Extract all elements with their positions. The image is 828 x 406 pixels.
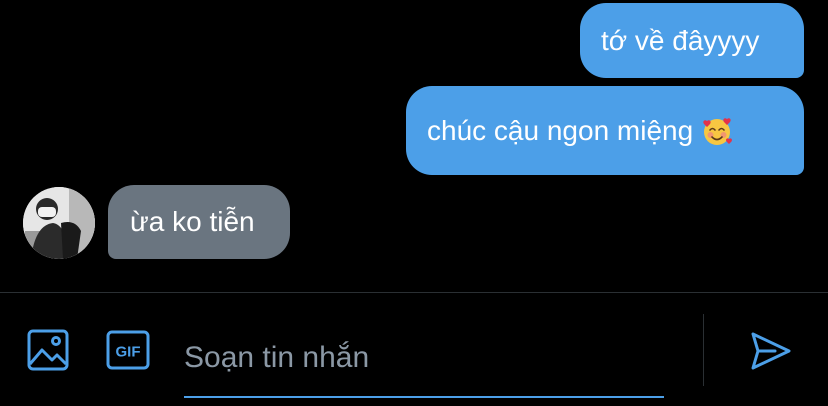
gif-button[interactable]: GIF <box>106 330 150 370</box>
message-text: chúc cậu ngon miệng <box>427 114 694 146</box>
sent-message-bubble[interactable]: chúc cậu ngon miệng <box>406 86 804 175</box>
send-icon[interactable] <box>748 328 794 374</box>
send-separator <box>703 314 704 386</box>
smiling-face-with-hearts-icon <box>703 117 733 145</box>
received-message-bubble[interactable]: ừa ko tiễn <box>108 185 290 259</box>
input-underline <box>184 396 664 398</box>
gif-label: GIF <box>116 344 141 361</box>
gif-icon: GIF <box>106 330 150 370</box>
sent-message-bubble[interactable]: tớ về đâyyyy <box>580 3 804 78</box>
message-text: tớ về đâyyyy <box>601 24 760 56</box>
image-icon[interactable] <box>26 328 70 372</box>
avatar[interactable] <box>23 187 95 259</box>
compose-message-input[interactable] <box>184 322 662 394</box>
message-text: ừa ko tiễn <box>130 206 255 237</box>
avatar-photo <box>23 187 95 259</box>
composer-divider <box>0 292 828 293</box>
